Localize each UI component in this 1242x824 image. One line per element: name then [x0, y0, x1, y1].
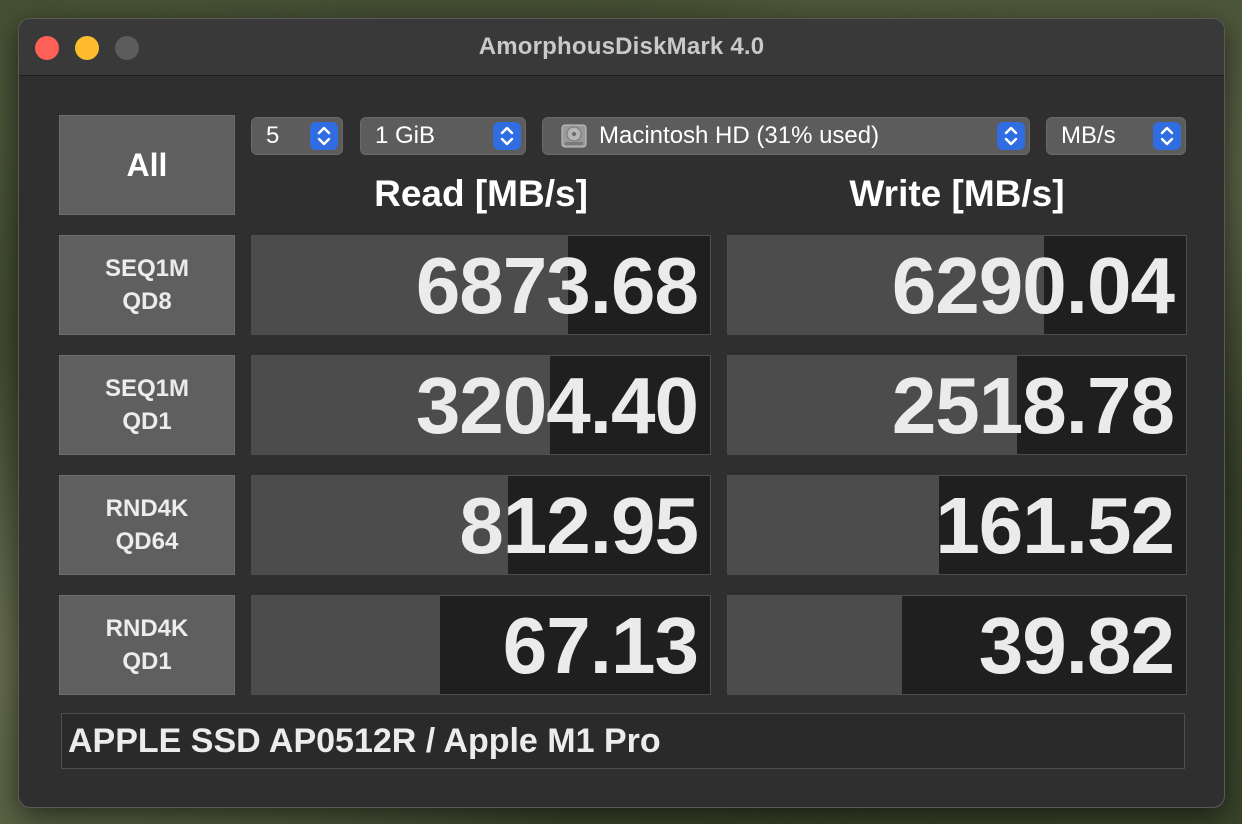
test-seq1m-qd8-button[interactable]: SEQ1M QD8 — [59, 235, 235, 335]
read-result-value: 6873.68 — [415, 241, 699, 330]
write-result-cell: 39.82 — [727, 595, 1187, 695]
test-size-value: 1 GiB — [375, 122, 436, 149]
read-result-cell: 6873.68 — [251, 235, 711, 335]
write-result-cell: 2518.78 — [727, 355, 1187, 455]
title-bar[interactable]: AmorphousDiskMark 4.0 — [19, 19, 1224, 76]
row-label-line2: QD64 — [115, 528, 179, 555]
test-count-select[interactable]: 5 — [251, 117, 343, 155]
chevron-updown-icon — [310, 122, 338, 150]
write-result-value: 6290.04 — [891, 241, 1175, 330]
unit-select[interactable]: MB/s — [1046, 117, 1186, 155]
row-label-line1: RND4K — [105, 495, 189, 522]
unit-value: MB/s — [1061, 122, 1116, 149]
test-rnd4k-qd1-button[interactable]: RND4K QD1 — [59, 595, 235, 695]
hard-drive-icon — [561, 124, 587, 148]
row-label-line2: QD8 — [122, 288, 172, 315]
test-rnd4k-qd64-button[interactable]: RND4K QD64 — [59, 475, 235, 575]
read-column-header: Read [MB/s] — [374, 173, 588, 214]
run-all-button[interactable]: All — [59, 115, 235, 215]
drive-value: Macintosh HD (31% used) — [599, 122, 880, 149]
write-result-cell: 6290.04 — [727, 235, 1187, 335]
read-result-cell: 3204.40 — [251, 355, 711, 455]
read-result-cell: 812.95 — [251, 475, 711, 575]
row-label-line2: QD1 — [122, 648, 172, 675]
read-result-cell: 67.13 — [251, 595, 711, 695]
read-result-value: 3204.40 — [415, 361, 699, 450]
read-result-value: 812.95 — [459, 481, 699, 570]
write-result-bar — [728, 476, 939, 574]
row-label-line2: QD1 — [122, 408, 172, 435]
app-window: AmorphousDiskMark 4.0 All 5 1 GiB Macint… — [18, 18, 1225, 808]
test-count-value: 5 — [266, 122, 280, 149]
chevron-updown-icon — [997, 122, 1025, 150]
write-result-value: 39.82 — [978, 601, 1175, 690]
write-column-header: Write [MB/s] — [849, 173, 1065, 214]
read-result-bar — [252, 596, 440, 694]
write-result-bar — [728, 596, 903, 694]
device-info-field[interactable]: APPLE SSD AP0512R / Apple M1 Pro — [61, 713, 1185, 769]
drive-select[interactable]: Macintosh HD (31% used) — [542, 117, 1030, 155]
test-size-select[interactable]: 1 GiB — [360, 117, 526, 155]
write-result-cell: 161.52 — [727, 475, 1187, 575]
test-seq1m-qd1-button[interactable]: SEQ1M QD1 — [59, 355, 235, 455]
row-label-line1: RND4K — [105, 615, 189, 642]
read-result-value: 67.13 — [502, 601, 699, 690]
row-label-line1: SEQ1M — [104, 255, 190, 282]
chevron-updown-icon — [493, 122, 521, 150]
write-result-value: 2518.78 — [891, 361, 1175, 450]
row-label-line1: SEQ1M — [104, 375, 190, 402]
chevron-updown-icon — [1153, 122, 1181, 150]
window-title: AmorphousDiskMark 4.0 — [478, 33, 765, 60]
write-result-value: 161.52 — [935, 481, 1175, 570]
